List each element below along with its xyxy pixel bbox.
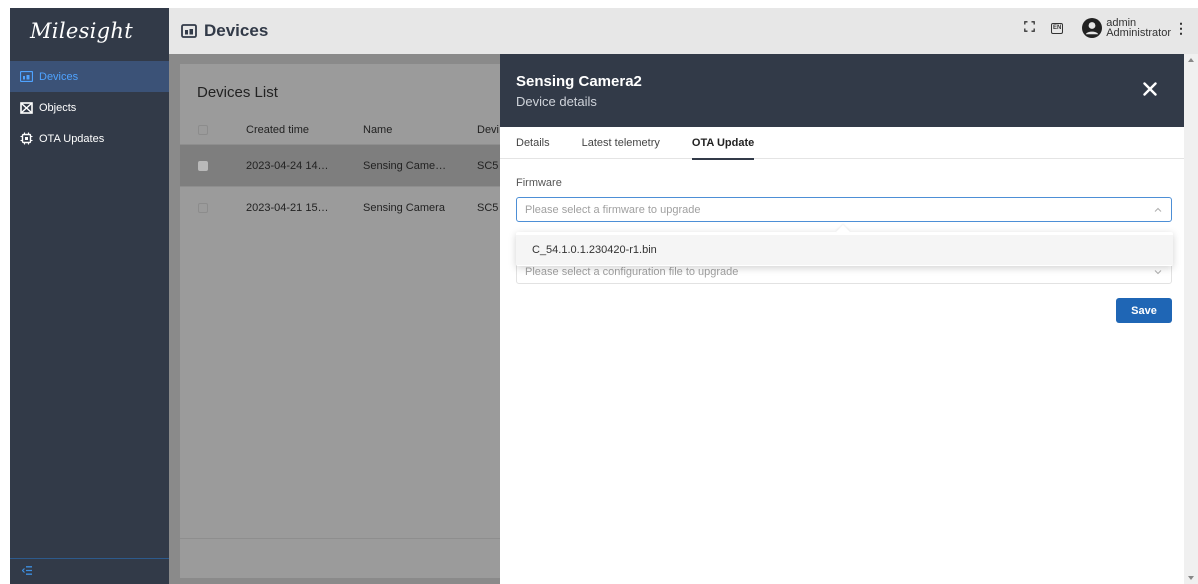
sidebar: Milesight Devices Objects OTA Updates (10, 8, 169, 584)
sidebar-item-ota-updates[interactable]: OTA Updates (10, 123, 169, 154)
table-row[interactable]: 2023-04-21 15… Sensing Camera SC5 (180, 186, 550, 228)
sidebar-item-devices[interactable]: Devices (10, 61, 169, 92)
table-cell: Sensing Came… (363, 159, 447, 172)
column-header[interactable]: Created time (246, 124, 363, 136)
sidebar-item-objects[interactable]: Objects (10, 92, 169, 123)
sidebar-nav: Devices Objects OTA Updates (10, 61, 169, 154)
scroll-down-icon[interactable] (1188, 576, 1194, 580)
fullscreen-icon (1023, 21, 1035, 35)
pagination-bar (180, 538, 550, 578)
more-vert-icon[interactable]: ⋮ (1174, 20, 1188, 37)
language-button[interactable]: EN (1046, 17, 1068, 39)
fullscreen-button[interactable] (1018, 17, 1040, 39)
top-header: Devices EN admin Administrator ⋮ (169, 8, 1198, 54)
chevron-up-icon (1154, 205, 1162, 213)
save-button[interactable]: Save (1116, 298, 1172, 323)
objects-icon (19, 101, 33, 115)
chevron-down-icon (1154, 267, 1162, 275)
page-title: Devices (181, 21, 268, 41)
scroll-up-icon[interactable] (1188, 58, 1194, 62)
app-logo[interactable]: Milesight (10, 8, 169, 54)
ota-chip-icon (19, 132, 33, 146)
close-icon (1143, 81, 1157, 99)
column-header[interactable]: Name (363, 124, 477, 136)
drawer-title: Sensing Camera2 (516, 73, 642, 90)
devices-list-title: Devices List (197, 84, 278, 101)
config-select-placeholder: Please select a configuration file to up… (525, 265, 739, 278)
page-scrollbar[interactable] (1184, 54, 1198, 584)
devices-icon (19, 70, 33, 84)
collapse-sidebar-button[interactable] (10, 558, 169, 584)
select-all-checkbox[interactable] (198, 125, 208, 135)
firmware-label: Firmware (516, 177, 562, 189)
table-cell: 2023-04-21 15… (246, 201, 329, 214)
firmware-select[interactable]: Please select a firmware to upgrade (516, 197, 1172, 222)
firmware-option[interactable]: C_54.1.0.1.230420-r1.bin (516, 235, 1173, 265)
drawer-tabs: Details Latest telemetry OTA Update (500, 127, 1184, 160)
page-title-text: Devices (204, 21, 269, 40)
tab-details[interactable]: Details (516, 127, 550, 159)
header-actions: EN admin Administrator ⋮ (1018, 17, 1188, 39)
devices-list-card: Devices List Created time Name Devi 2023… (180, 64, 550, 578)
drawer-header: Sensing Camera2 Device details (500, 54, 1184, 127)
tab-ota-update[interactable]: OTA Update (691, 127, 755, 160)
language-icon: EN (1051, 22, 1064, 34)
row-checkbox[interactable] (198, 202, 208, 213)
collapse-sidebar-icon (21, 565, 32, 578)
table-cell: Sensing Camera (363, 201, 445, 214)
tab-latest-telemetry[interactable]: Latest telemetry (582, 127, 660, 159)
close-button[interactable] (1138, 78, 1162, 102)
user-names: admin Administrator (1106, 18, 1171, 39)
user-role: Administrator (1106, 27, 1171, 39)
firmware-dropdown: C_54.1.0.1.230420-r1.bin (516, 232, 1173, 266)
drawer-subtitle: Device details (516, 94, 597, 109)
devices-icon (181, 24, 197, 38)
user-menu[interactable]: admin Administrator ⋮ (1082, 18, 1188, 39)
table-row[interactable]: 2023-04-24 14… Sensing Came… SC5 (180, 144, 550, 186)
table-header: Created time Name Devi (180, 116, 550, 144)
sidebar-item-label: OTA Updates (39, 132, 105, 145)
user-avatar-icon (1082, 18, 1103, 38)
table-cell: 2023-04-24 14… (246, 159, 329, 172)
row-checkbox[interactable] (198, 160, 208, 171)
firmware-select-placeholder: Please select a firmware to upgrade (525, 203, 701, 216)
sidebar-item-label: Objects (39, 101, 77, 114)
sidebar-item-label: Devices (39, 70, 79, 83)
device-details-drawer: Sensing Camera2 Device details Details L… (500, 54, 1184, 584)
